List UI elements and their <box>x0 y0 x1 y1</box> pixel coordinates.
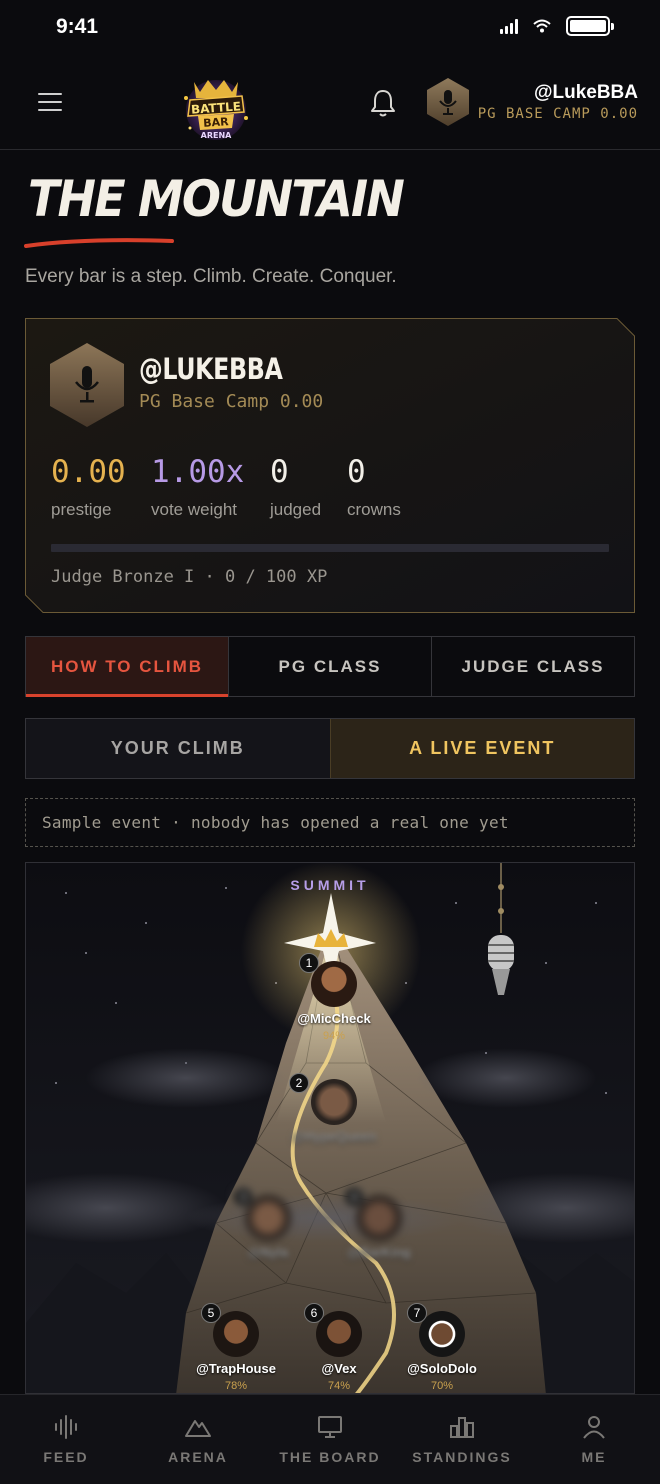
climber-handle: @BarKing <box>347 1245 411 1260</box>
sample-event-notice: Sample event · nobody has opened a real … <box>25 798 635 847</box>
climber-rank: 2 <box>289 1073 309 1093</box>
stat-vote-weight: 1.00x vote weight <box>151 454 270 520</box>
stat-value: 1.00x <box>151 454 245 490</box>
stat-value: 0 <box>347 454 366 490</box>
stat-label: prestige <box>51 500 112 519</box>
climber-rank: 4 <box>344 1187 364 1207</box>
svg-text:BAR: BAR <box>203 115 230 130</box>
stat-crowns: 0 crowns <box>347 454 427 520</box>
climber-7[interactable]: 7 @SoloDolo 70% <box>377 1303 507 1392</box>
page-title: THE MOUNTAIN <box>28 170 405 228</box>
stat-value: 0 <box>270 454 289 490</box>
climber-avatar: 1 <box>299 953 357 1007</box>
climber-avatar: 6 <box>304 1303 362 1357</box>
stat-judged: 0 judged <box>270 454 347 520</box>
nav-label: ME <box>581 1449 607 1465</box>
climber-avatar: 4 <box>344 1187 402 1241</box>
nav-arena[interactable]: ARENA <box>132 1395 264 1484</box>
climber-score: 94% <box>322 1030 346 1042</box>
stat-label: vote weight <box>151 500 237 519</box>
climber-rank: 6 <box>304 1303 324 1323</box>
svg-text:ARENA: ARENA <box>201 131 233 140</box>
mountain-icon <box>185 1420 211 1437</box>
wifi-icon <box>533 19 551 33</box>
climber-1[interactable]: 1 @MicCheck 94% <box>269 953 399 1042</box>
battle-bar-arena-logo[interactable]: BATTLE BAR ARENA <box>176 68 256 144</box>
app-header: BATTLE BAR ARENA @LukeBBA PG BASE CAMP 0… <box>0 60 660 150</box>
status-bar: 9:41 <box>0 0 660 60</box>
nav-label: FEED <box>43 1449 89 1465</box>
header-username[interactable]: @LukeBBA <box>478 82 638 104</box>
tab-judge-class[interactable]: JUDGE CLASS <box>431 637 634 696</box>
notification-bell-icon[interactable] <box>368 87 398 119</box>
page-tagline: Every bar is a step. Climb. Create. Conq… <box>25 266 397 287</box>
battery-icon <box>566 16 614 36</box>
xp-label: Judge Bronze I · 0 / 100 XP <box>51 567 328 587</box>
title-underline <box>24 238 174 248</box>
profile-avatar <box>50 343 124 427</box>
nav-me[interactable]: ME <box>528 1395 660 1484</box>
climber-handle: @HypeQueen <box>291 1129 377 1144</box>
climber-avatar: 7 <box>407 1303 465 1357</box>
climber-rank: 3 <box>233 1187 253 1207</box>
cellular-signal-icon <box>500 18 518 34</box>
xp-progress-bar <box>51 544 609 552</box>
nav-feed[interactable]: FEED <box>0 1395 132 1484</box>
climber-4[interactable]: 4 @BarKing <box>314 1187 444 1260</box>
nav-the-board[interactable]: THE BOARD <box>264 1395 396 1484</box>
climber-rank: 5 <box>201 1303 221 1323</box>
mountain-visual: SUMMIT 1 @MicCheck 94% 2 @HypeQueen 3 @N… <box>25 862 635 1394</box>
profile-card: @LUKEBBA PG Base Camp 0.00 0.00 prestige… <box>25 318 635 613</box>
climber-score: 70% <box>430 1380 454 1392</box>
stat-label: crowns <box>347 500 401 519</box>
tab-pg-class[interactable]: PG CLASS <box>228 637 431 696</box>
waveform-icon <box>55 1415 77 1439</box>
climber-handle: @SoloDolo <box>407 1361 477 1376</box>
menu-icon[interactable] <box>38 93 62 111</box>
climber-rank: 7 <box>407 1303 427 1323</box>
status-time: 9:41 <box>56 15 99 38</box>
climber-rank: 1 <box>299 953 319 973</box>
user-avatar[interactable] <box>426 77 470 127</box>
stat-label: judged <box>270 500 322 519</box>
stat-prestige: 0.00 prestige <box>51 454 151 520</box>
climber-2[interactable]: 2 @HypeQueen <box>269 1073 399 1144</box>
nav-label: STANDINGS <box>412 1449 512 1465</box>
profile-stats: 0.00 prestige 1.00x vote weight 0 judged… <box>51 454 427 520</box>
subtab-live-event[interactable]: A LIVE EVENT <box>329 719 634 778</box>
summit-label: SUMMIT <box>290 877 370 893</box>
bar-chart-icon <box>450 1417 474 1438</box>
stat-value: 0.00 <box>51 454 126 490</box>
nav-label: THE BOARD <box>279 1449 381 1465</box>
tab-how-to-climb[interactable]: HOW TO CLIMB <box>26 637 228 697</box>
subtab-your-climb[interactable]: YOUR CLIMB <box>26 719 330 778</box>
climber-handle: @MicCheck <box>297 1011 371 1026</box>
profile-name: @LUKEBBA <box>139 352 283 386</box>
class-tabs: HOW TO CLIMB PG CLASS JUDGE CLASS <box>25 636 635 697</box>
climb-subtabs: YOUR CLIMB A LIVE EVENT <box>25 718 635 779</box>
profile-rank: PG Base Camp 0.00 <box>139 391 324 412</box>
climber-avatar: 3 <box>233 1187 291 1241</box>
nav-label: ARENA <box>168 1449 228 1465</box>
climber-avatar: 2 <box>289 1073 357 1125</box>
bottom-navigation: FEED ARENA THE BOARD STANDINGS ME <box>0 1394 660 1484</box>
nav-standings[interactable]: STANDINGS <box>396 1395 528 1484</box>
person-icon <box>583 1416 605 1439</box>
climber-avatar: 5 <box>201 1303 259 1357</box>
header-rank: PG BASE CAMP 0.00 <box>477 106 638 122</box>
monitor-icon <box>318 1416 342 1438</box>
